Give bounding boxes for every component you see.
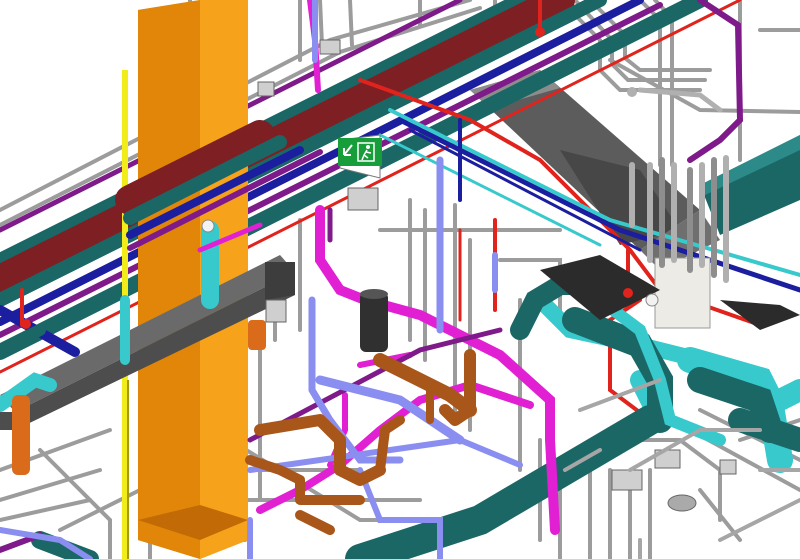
mep-model-scene[interactable] <box>0 0 800 559</box>
model-viewport[interactable] <box>0 0 800 559</box>
